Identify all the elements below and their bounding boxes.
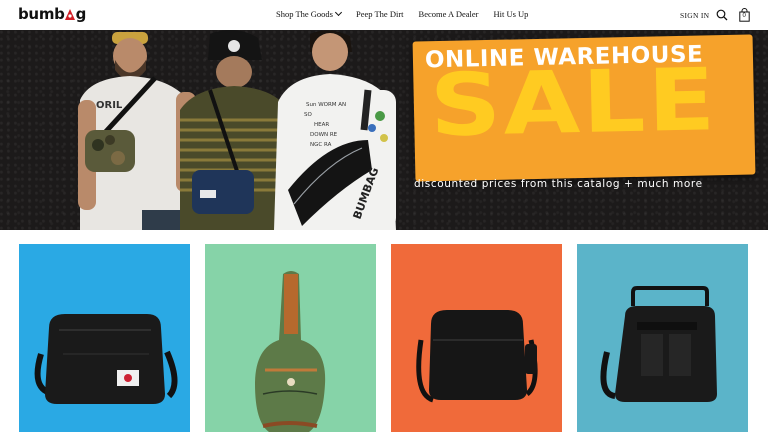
logo-a-mark-icon — [65, 8, 76, 20]
hero-headline-line2: SALE — [428, 50, 719, 157]
nav-shop-the-goods-label: Shop The Goods — [276, 9, 333, 19]
nav-peep-the-dirt[interactable]: Peep The Dirt — [356, 9, 404, 19]
svg-text:NGC RA: NGC RA — [310, 142, 332, 148]
black-messenger-bag-icon — [416, 310, 538, 403]
model-person-right: Sun WORM ANSOHEAR DOWN RENGC RA BUMBAG — [274, 30, 396, 230]
cart-button[interactable]: 0 — [739, 8, 750, 22]
product-card-4[interactable] — [577, 244, 748, 432]
svg-text:Sun WORM AN: Sun WORM AN — [306, 102, 346, 108]
hero-banner[interactable]: ORIL Sun WORM AN SOHEAR DOWN RE NGC RA — [0, 30, 768, 230]
logo-text-a: bumb — [18, 5, 65, 23]
green-guitar-case-icon — [255, 271, 326, 432]
site-header: bumb g Shop The Goods Peep The Dirt Becom… — [0, 0, 768, 30]
nav-shop-the-goods[interactable]: Shop The Goods — [276, 8, 343, 19]
hero-subtext: discounted prices from this catalog + mu… — [414, 178, 703, 190]
black-camera-bag-icon — [34, 314, 178, 404]
svg-text:SO: SO — [304, 112, 312, 118]
bumbag-logo[interactable]: bumb g — [18, 5, 86, 23]
chevron-down-icon — [334, 8, 343, 17]
svg-text:DOWN RE: DOWN RE — [310, 132, 338, 138]
svg-text:HEAR: HEAR — [314, 122, 329, 128]
sale-sign: ONLINE WAREHOUSE SALE — [412, 34, 756, 182]
cart-count: 0 — [742, 13, 746, 19]
product-card-3[interactable] — [391, 244, 562, 432]
product-card-1[interactable] — [19, 244, 190, 432]
nav-become-a-dealer[interactable]: Become A Dealer — [419, 9, 479, 19]
svg-text:ORIL: ORIL — [96, 100, 123, 111]
search-icon[interactable] — [716, 9, 728, 21]
nav-hit-us-up[interactable]: Hit Us Up — [493, 9, 528, 19]
product-card-2[interactable] — [205, 244, 376, 432]
main-nav: Shop The Goods Peep The Dirt Become A De… — [276, 8, 528, 19]
sign-in-link[interactable]: SIGN IN — [680, 11, 709, 20]
logo-text-b: g — [75, 5, 87, 23]
black-utility-bag-icon — [600, 286, 717, 402]
